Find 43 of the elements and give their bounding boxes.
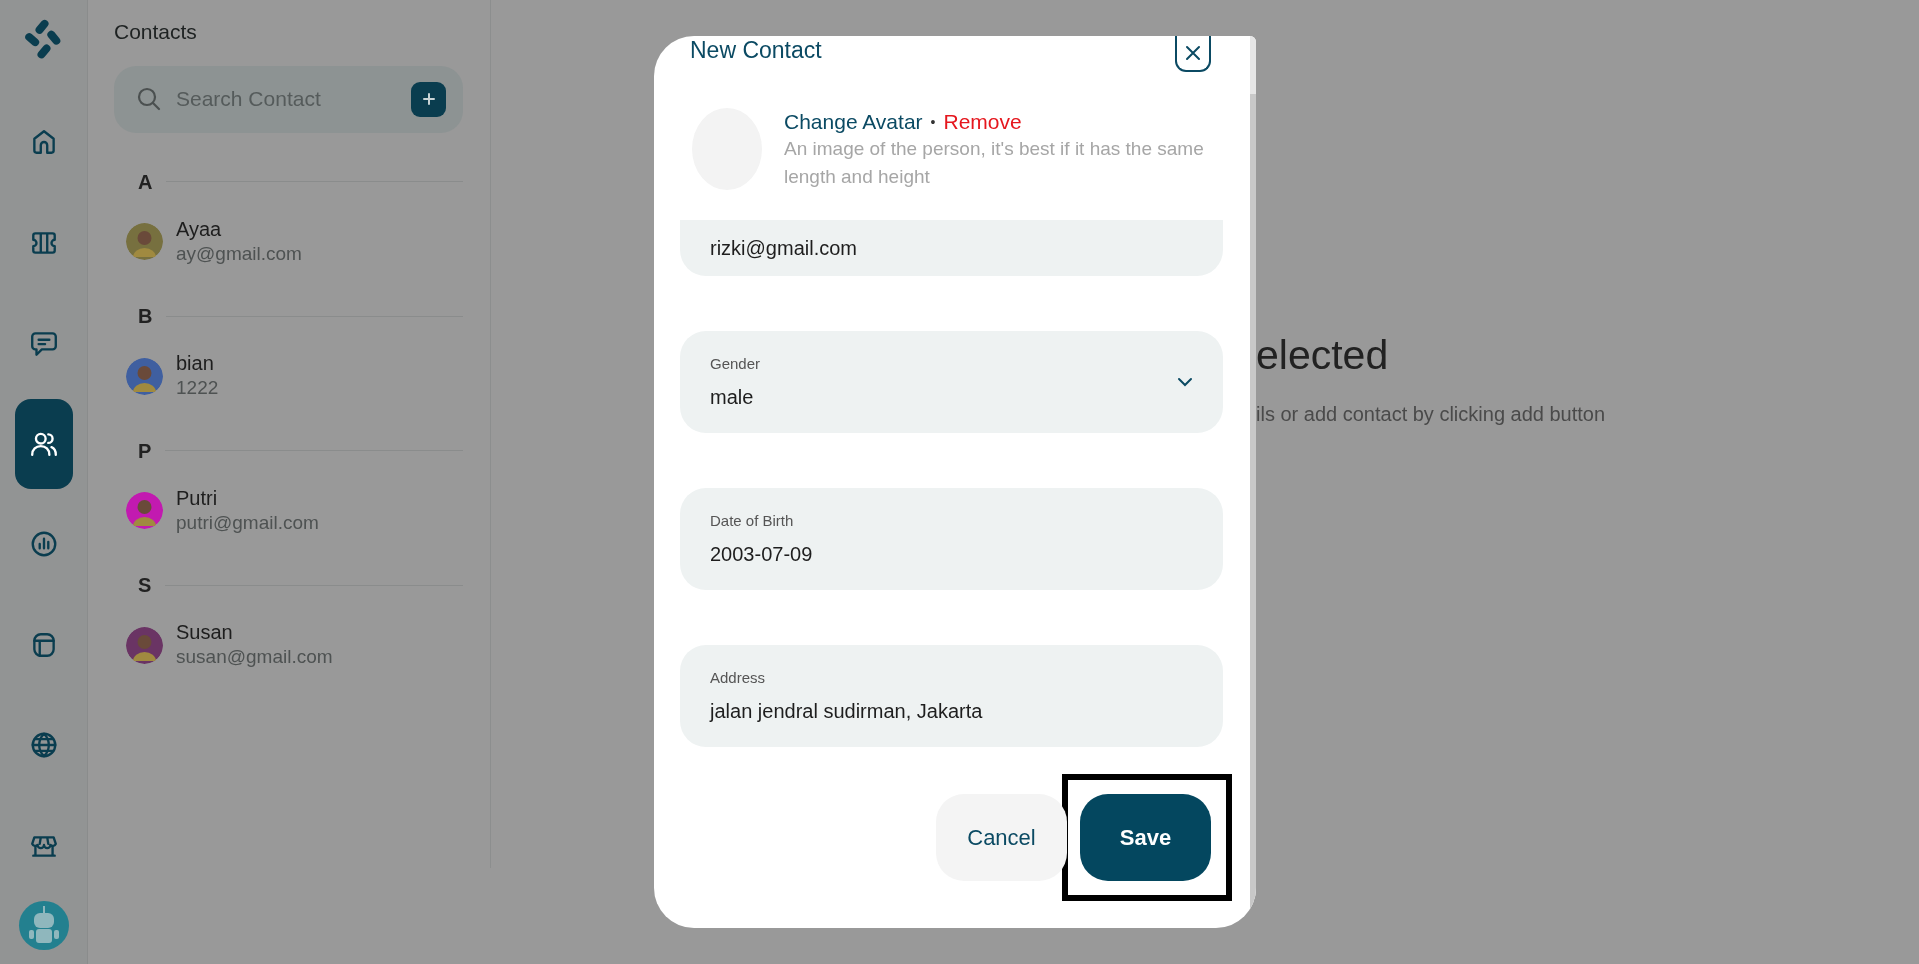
empty-state-text: ils or add contact by clicking add button [1256,401,1606,427]
chevron-down-icon [1177,377,1193,388]
separator-dot: • [930,112,936,131]
avatar-hint: An image of the person, it's best if it has the same length and height [784,137,1205,189]
section-letter: A [137,169,153,195]
contact-name[interactable]: Susan [176,620,333,645]
robot-icon [26,906,61,945]
search-icon [136,86,162,112]
contact-detail: susan@gmail.com [176,645,333,670]
plus-icon [421,92,436,106]
nav-item[interactable] [14,398,73,490]
field-label: Gender [710,354,762,375]
empty-state-title: elected [1256,331,1390,380]
select-field[interactable]: Gender male [680,331,1223,434]
contact-name[interactable]: Ayaa [176,216,302,241]
change-avatar-link[interactable]: Change Avatar [784,108,923,136]
field-label: Date of Birth [710,511,795,532]
remove-link[interactable]: Remove [943,108,1022,136]
input-field[interactable]: rizki@gmail.com [680,220,1223,277]
panel-title: Contacts [114,19,198,45]
contact-name[interactable]: bian [176,351,219,376]
search-bar[interactable]: Search Contact [114,65,463,133]
cancel-button[interactable]: Cancel [936,794,1067,882]
contact-detail: putri@gmail.com [176,510,319,535]
input-field[interactable]: Date of Birth 2003-07-09 [680,488,1223,591]
field-value: rizki@gmail.com [710,236,858,262]
contact-detail: ay@gmail.com [176,241,302,266]
section-letter: S [137,573,152,599]
field-value: jalan jendral sudirman, Jakarta [710,698,984,724]
add-button[interactable] [411,81,446,117]
modal-title: New Contact [690,36,822,65]
field-label: Address [710,668,767,689]
contact-detail: 1222 [176,376,219,401]
contact-name[interactable]: Putri [176,485,319,510]
close-icon [1184,44,1202,62]
section-letter: B [137,304,153,330]
close-button[interactable] [1175,36,1211,72]
search-field[interactable]: Search Contact [174,82,399,116]
field-value: male [710,384,755,410]
input-field[interactable]: Address jalan jendral sudirman, Jakarta [680,645,1223,748]
save-button[interactable]: Save [1080,794,1211,882]
section-letter: P [137,438,152,464]
field-value: 2003-07-09 [710,541,814,567]
